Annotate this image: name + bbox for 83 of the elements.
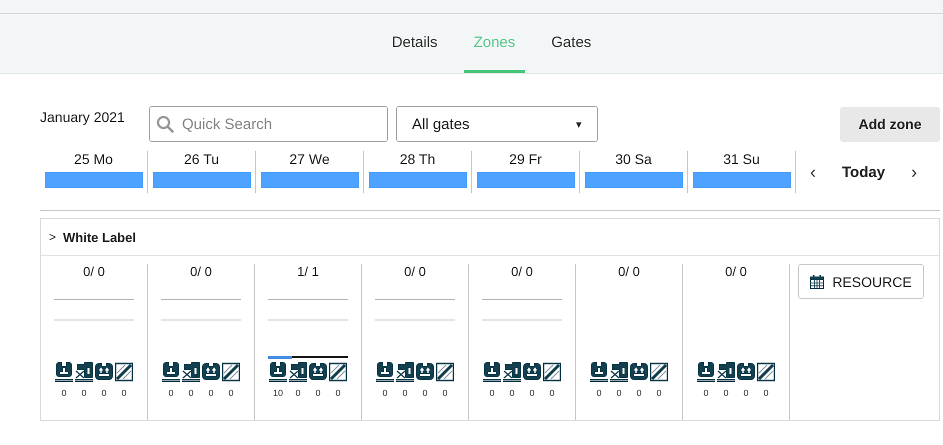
- pallet-box-icon: [376, 362, 394, 382]
- striped-panel-icon: [650, 362, 668, 382]
- count-label: 0: [703, 388, 708, 398]
- booking-ratio: 0/ 0: [404, 264, 426, 279]
- day-label: 31 Su: [723, 151, 760, 167]
- pallet-box-icon: [590, 362, 608, 382]
- day-label: 28 Th: [400, 151, 436, 167]
- booking-ratio: 0/ 0: [511, 264, 533, 279]
- count-label: 0: [208, 388, 214, 398]
- tab[interactable]: Details: [382, 14, 448, 73]
- count-label: 0: [616, 388, 622, 398]
- count-label: 0: [636, 388, 642, 398]
- count-label: 0: [315, 388, 320, 398]
- booking-ratio: 1/ 1: [297, 264, 319, 279]
- add-zone-button[interactable]: Add zone: [840, 106, 940, 142]
- count-label: 0: [489, 388, 494, 398]
- count-label: 0: [382, 388, 388, 398]
- day-label: 30 Sa: [615, 151, 652, 167]
- count-label: 0: [335, 388, 340, 398]
- count-label: 0: [743, 388, 748, 398]
- day-label: 25 Mo: [74, 151, 113, 167]
- count-label: 0: [295, 388, 300, 398]
- count-label: 0: [188, 388, 194, 398]
- pallet-box-icon: [269, 362, 287, 382]
- striped-panel-icon: [757, 362, 775, 382]
- count-label: 0: [442, 388, 448, 398]
- pallet-box-icon: [162, 362, 180, 382]
- upright-box-icon: [202, 362, 220, 382]
- striped-panel-icon: [329, 362, 347, 382]
- today-button[interactable]: Today: [830, 164, 898, 180]
- count-label: 10: [272, 388, 283, 398]
- count-label: 0: [101, 388, 106, 398]
- upright-box-icon: [95, 362, 113, 382]
- booking-ratio: 0/ 0: [83, 264, 105, 279]
- count-label: 0: [723, 388, 728, 398]
- calendar-icon: [810, 274, 824, 288]
- upright-box-icon: [523, 362, 541, 382]
- fragile-box-icon: [610, 362, 628, 382]
- tab[interactable]: Gates: [541, 14, 602, 73]
- striped-panel-icon: [436, 362, 454, 382]
- booking-ratio: 0/ 0: [725, 264, 747, 279]
- booking-ratio: 0/ 0: [618, 264, 640, 279]
- count-label: 0: [509, 388, 514, 398]
- zone-name: White Label: [63, 230, 136, 244]
- upright-box-icon: [630, 362, 648, 382]
- resource-button[interactable]: RESOURCE: [798, 264, 924, 299]
- gate-select[interactable]: All gates ▾: [396, 106, 598, 142]
- month-label: January 2021: [40, 109, 126, 125]
- count-label: 0: [81, 388, 86, 398]
- striped-panel-icon: [543, 362, 561, 382]
- upright-box-icon: [737, 362, 755, 382]
- count-label: 0: [402, 388, 408, 398]
- count-label: 0: [549, 388, 554, 398]
- fragile-box-icon: [182, 362, 200, 382]
- count-label: 0: [61, 388, 66, 398]
- count-label: 0: [228, 388, 234, 398]
- upright-box-icon: [309, 362, 327, 382]
- count-label: 0: [422, 388, 428, 398]
- day-label: 29 Fr: [509, 151, 542, 167]
- next-button[interactable]: ›: [907, 162, 922, 182]
- expand-toggle[interactable]: >: [49, 230, 56, 244]
- booking-ratio: 0/ 0: [190, 264, 212, 279]
- search-field[interactable]: Quick Search: [149, 106, 388, 142]
- fragile-box-icon: [289, 362, 307, 382]
- count-label: 0: [656, 388, 662, 398]
- striped-panel-icon: [115, 362, 133, 382]
- fragile-box-icon: [396, 362, 414, 382]
- day-label: 26 Tu: [184, 151, 220, 167]
- fragile-box-icon: [717, 362, 735, 382]
- day-label: 27 We: [289, 151, 330, 167]
- count-label: 0: [121, 388, 126, 398]
- count-label: 0: [168, 388, 174, 398]
- count-label: 0: [596, 388, 602, 398]
- previous-button[interactable]: ‹: [806, 162, 820, 182]
- fragile-box-icon: [503, 362, 521, 382]
- pallet-box-icon: [697, 362, 715, 382]
- fragile-box-icon: [75, 362, 93, 382]
- count-label: 0: [763, 388, 768, 398]
- count-label: 0: [529, 388, 534, 398]
- pallet-box-icon: [483, 362, 501, 382]
- striped-panel-icon: [222, 362, 240, 382]
- upright-box-icon: [416, 362, 434, 382]
- pallet-box-icon: [55, 362, 73, 382]
